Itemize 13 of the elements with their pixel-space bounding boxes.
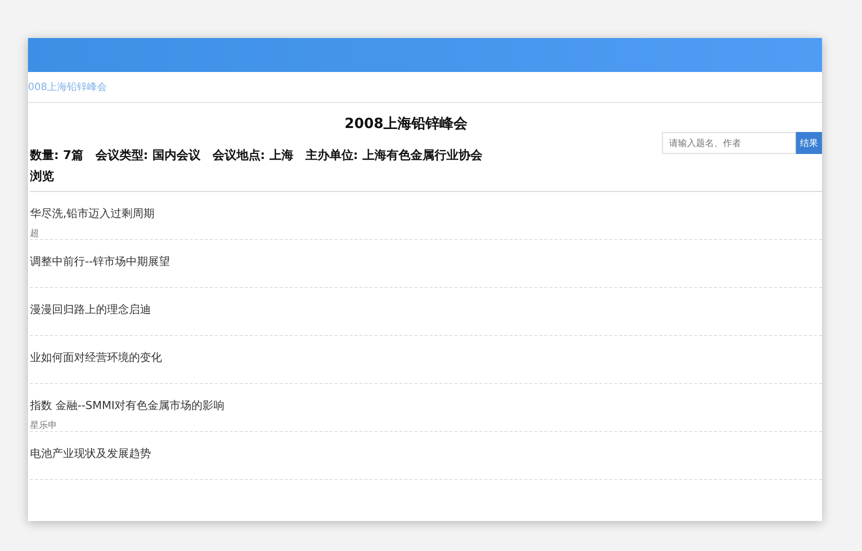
article-title[interactable]: 业如何面对经营环境的变化 — [30, 350, 822, 365]
article-title[interactable]: 华尽洗,铅市迈入过剩周期 — [30, 206, 822, 221]
search-button[interactable]: 结果 — [796, 132, 822, 154]
article-title[interactable]: 调整中前行--锌市场中期展望 — [30, 254, 822, 269]
article-author: 星乐申 — [30, 420, 58, 432]
conference-info: 数量: 7篇 会议类型: 国内会议 会议地点: 上海 主办单位: 上海有色金属行业协会 — [30, 147, 484, 164]
article-title[interactable]: 电池产业现状及发展趋势 — [30, 446, 822, 461]
search-field[interactable]: 请输入题名、作者 — [662, 132, 796, 154]
article-title[interactable]: 漫漫回归路上的理念启迪 — [30, 302, 822, 317]
conference-title: 2008上海铅锌峰会 — [344, 115, 468, 133]
article-author: 超 — [30, 228, 40, 240]
article-title[interactable]: 指数 金融--SMMI对有色金属市场的影响 — [30, 398, 822, 413]
section-heading: 浏览 — [30, 164, 822, 192]
